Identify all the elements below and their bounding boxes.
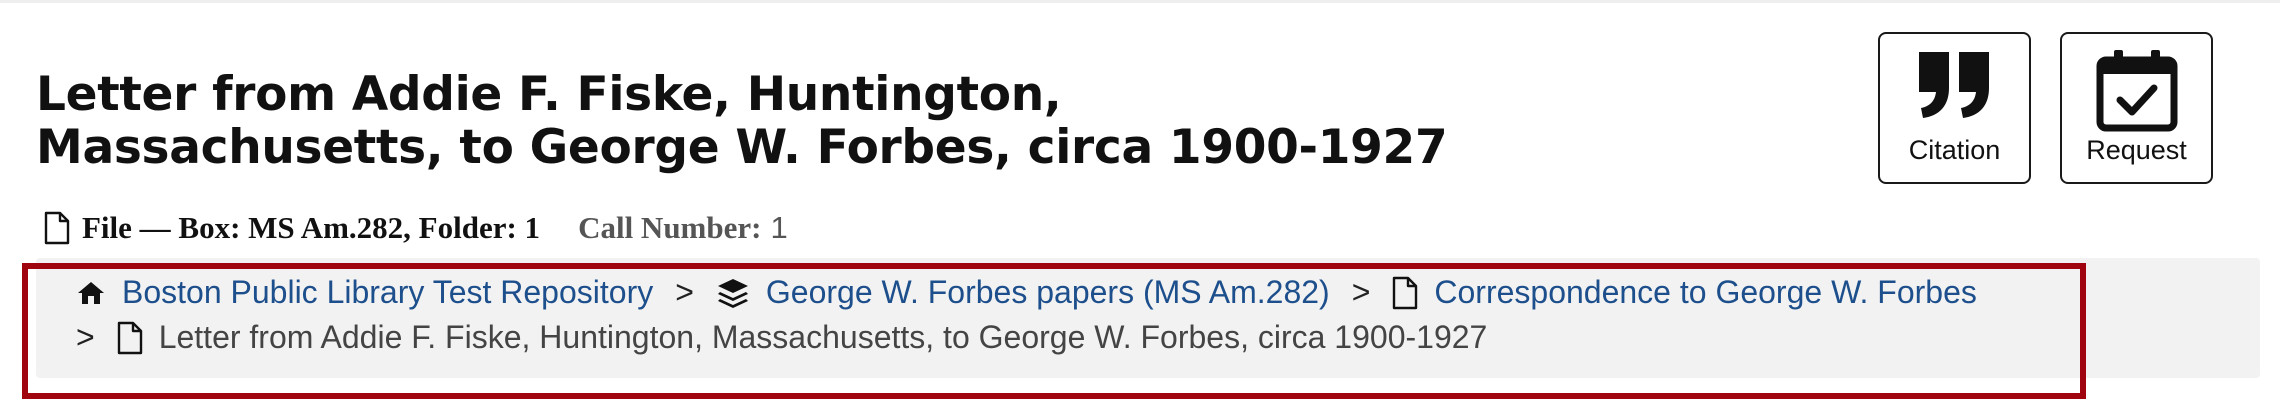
citation-label: Citation: [1908, 135, 2001, 165]
calendar-check-icon: [2062, 48, 2211, 132]
level-and-container: File — Box: MS Am.282, Folder: 1: [82, 210, 541, 245]
page-title-line-1: Letter from Addie F. Fiske, Huntington,: [36, 67, 1062, 122]
request-label: Request: [2086, 135, 2187, 165]
file-icon: [44, 211, 70, 245]
record-metadata: File — Box: MS Am.282, Folder: 1 Call Nu…: [44, 208, 788, 248]
call-number-value: 1: [770, 210, 788, 245]
citation-button[interactable]: Citation: [1878, 32, 2031, 184]
breadcrumb-highlight-box: [22, 263, 2086, 399]
call-number-label: Call Number:: [578, 210, 762, 245]
page-title-line-2: Massachusetts, to George W. Forbes, circ…: [36, 120, 1448, 175]
page-title: Letter from Addie F. Fiske, Huntington, …: [36, 68, 1536, 174]
top-divider: [0, 0, 2280, 3]
quote-icon: [1880, 48, 2029, 120]
request-button[interactable]: Request: [2060, 32, 2213, 184]
